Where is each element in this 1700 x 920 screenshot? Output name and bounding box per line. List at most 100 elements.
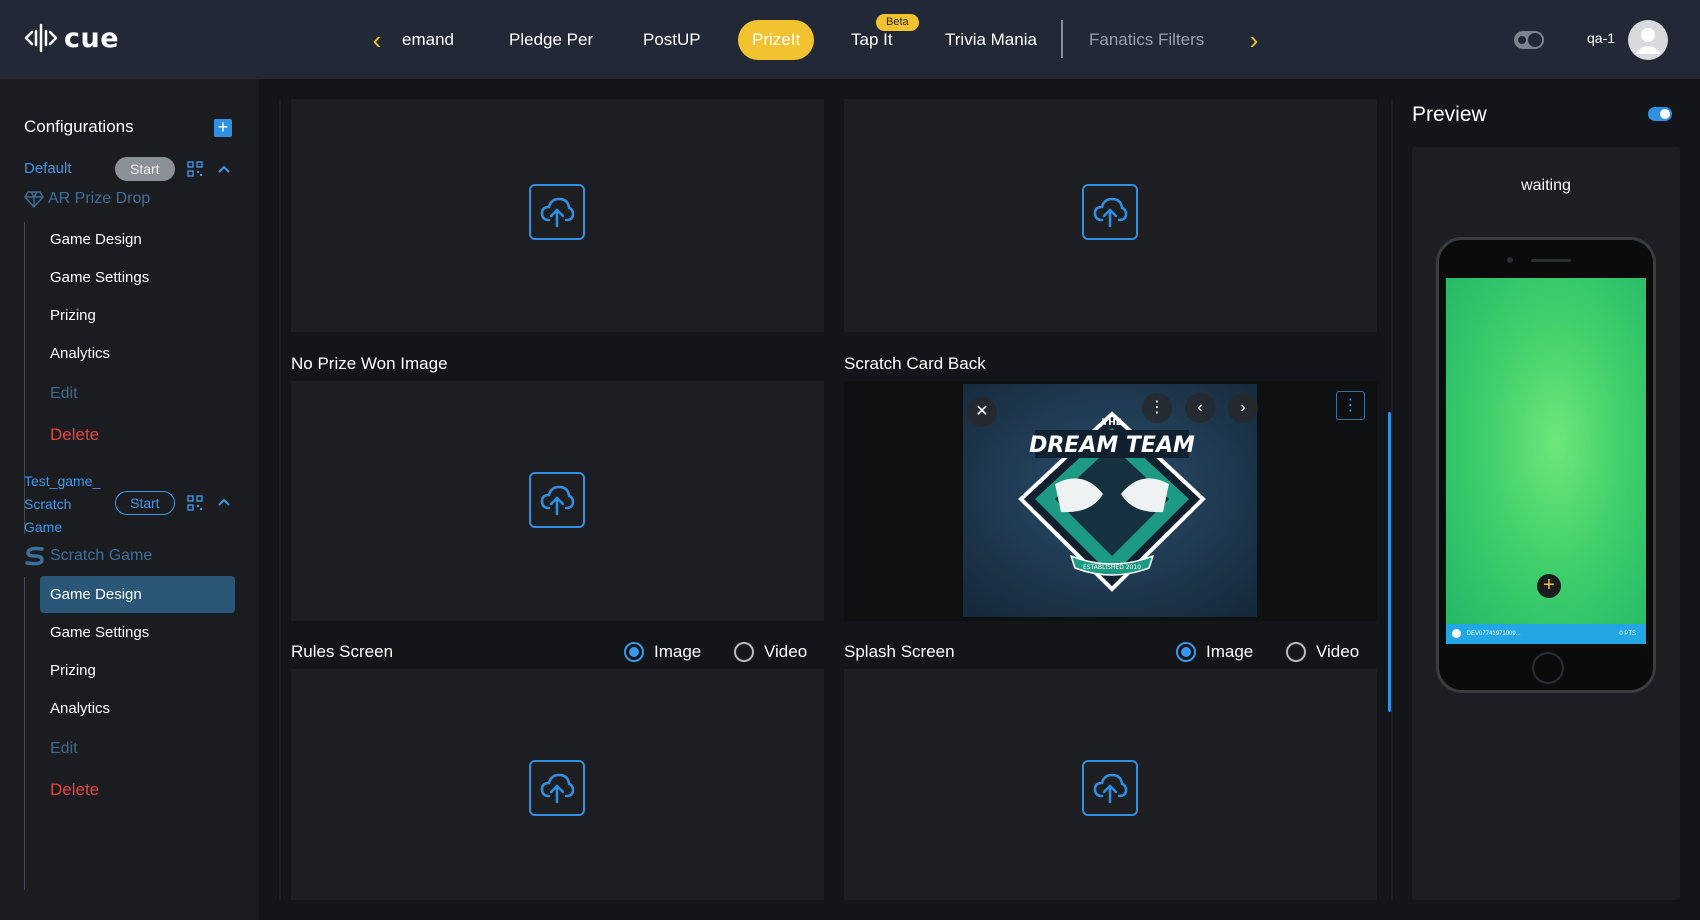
brand-name: cue bbox=[64, 22, 120, 54]
close-icon[interactable]: ✕ bbox=[967, 397, 997, 427]
logo-text-established: ESTABLISHED 2010 bbox=[1083, 564, 1141, 571]
cue-logo[interactable]: cue bbox=[24, 22, 119, 54]
qr-code-icon[interactable] bbox=[187, 495, 203, 511]
phone-status-bar: DEV07741971009... 0 PTS bbox=[1446, 624, 1646, 644]
configurations-heading: Configurations bbox=[24, 117, 134, 136]
top-navigation-bar: cue ‹ emand Pledge Per PostUP PrizeIt Be… bbox=[0, 0, 1700, 79]
game-type-label: AR Prize Drop bbox=[48, 190, 151, 207]
phone-camera bbox=[1507, 257, 1513, 263]
menu-delete[interactable]: Delete bbox=[40, 416, 235, 453]
menu-analytics[interactable]: Analytics bbox=[40, 690, 235, 727]
phone-mockup: DEV07741971009... 0 PTS + bbox=[1436, 237, 1656, 693]
config-name-default[interactable]: Default bbox=[24, 157, 72, 180]
menu-game-design[interactable]: Game Design bbox=[40, 221, 235, 258]
scratch-card-back-image: THE DREAM TEAM ESTABLISHED 2010 bbox=[963, 384, 1257, 617]
tree-line bbox=[24, 577, 25, 890]
more-vertical-icon[interactable]: ⋮ bbox=[1142, 393, 1172, 423]
phone-points: 0 PTS bbox=[1619, 631, 1636, 637]
nav-tab-postup[interactable]: PostUP bbox=[643, 20, 701, 60]
dream-team-logo: THE DREAM TEAM ESTABLISHED 2010 bbox=[963, 384, 1257, 617]
more-options-icon[interactable]: ⋮ bbox=[1336, 391, 1365, 420]
slot-label-rules-screen: Rules Screen bbox=[291, 642, 394, 661]
config-name-line: Game bbox=[24, 519, 63, 535]
menu-analytics[interactable]: Analytics bbox=[40, 335, 235, 372]
nav-separator bbox=[1061, 20, 1063, 58]
upload-button[interactable] bbox=[1082, 760, 1138, 816]
cloud-upload-icon bbox=[540, 773, 575, 804]
nav-next-arrow-icon[interactable]: › bbox=[1242, 26, 1266, 54]
cloud-upload-icon bbox=[1093, 773, 1128, 804]
plus-icon: + bbox=[1537, 574, 1561, 598]
radio-selected-icon bbox=[1176, 642, 1196, 662]
radio-unselected-icon bbox=[734, 642, 754, 662]
radio-label: Video bbox=[1316, 642, 1360, 661]
game-type-ar-prize-drop[interactable]: AR Prize Drop bbox=[24, 190, 150, 208]
radio-selected-icon bbox=[624, 642, 644, 662]
logo-text-dream-team: DREAM TEAM bbox=[1029, 433, 1195, 458]
preview-title: Preview bbox=[1412, 103, 1487, 126]
slot-label-no-prize: No Prize Won Image bbox=[291, 354, 448, 373]
content-scrollbar[interactable] bbox=[1388, 412, 1391, 712]
menu-edit[interactable]: Edit bbox=[40, 730, 235, 767]
user-name: qa-1 bbox=[1587, 30, 1616, 46]
menu-delete[interactable]: Delete bbox=[40, 771, 235, 808]
preview-card: waiting DEV07741971009... 0 PTS + bbox=[1412, 147, 1680, 900]
content-edge bbox=[279, 99, 281, 900]
radio-image-splash[interactable]: Image bbox=[1176, 642, 1253, 662]
avatar[interactable] bbox=[1628, 20, 1668, 60]
config-name-test-game-scratch[interactable]: Test_game_ Scratch Game bbox=[24, 470, 100, 539]
menu-edit[interactable]: Edit bbox=[40, 375, 235, 412]
sound-wave-icon bbox=[24, 23, 58, 53]
upload-button[interactable] bbox=[1082, 184, 1138, 240]
upload-button[interactable] bbox=[529, 760, 585, 816]
upload-button[interactable] bbox=[529, 472, 585, 528]
upload-button[interactable] bbox=[529, 184, 585, 240]
config-name-line: Scratch bbox=[24, 496, 72, 512]
radio-label: Image bbox=[654, 642, 702, 661]
cloud-upload-icon bbox=[540, 485, 575, 516]
nav-tab-pledge-per[interactable]: Pledge Per bbox=[509, 20, 593, 60]
nav-tab-on-demand[interactable]: emand bbox=[402, 20, 454, 60]
chevron-up-icon[interactable] bbox=[217, 164, 231, 174]
menu-game-settings[interactable]: Game Settings bbox=[40, 614, 235, 651]
menu-prizing[interactable]: Prizing bbox=[40, 297, 235, 334]
chevron-right-icon[interactable]: › bbox=[1228, 393, 1258, 423]
start-button-scratch[interactable]: Start bbox=[115, 491, 175, 515]
menu-game-settings[interactable]: Game Settings bbox=[40, 259, 235, 296]
diamond-icon bbox=[24, 191, 44, 208]
phone-home-button bbox=[1532, 652, 1564, 684]
radio-video-rules[interactable]: Video bbox=[734, 642, 807, 662]
content-edge bbox=[1391, 99, 1393, 900]
sidebar: Configurations + Default Start AR Prize … bbox=[0, 79, 259, 920]
menu-game-design[interactable]: Game Design bbox=[40, 576, 235, 613]
nav-tab-trivia-mania[interactable]: Trivia Mania bbox=[945, 20, 1037, 60]
menu-prizing[interactable]: Prizing bbox=[40, 652, 235, 689]
slot-label-scratch-back: Scratch Card Back bbox=[844, 354, 986, 373]
add-configuration-button[interactable]: + bbox=[214, 118, 232, 137]
game-type-scratch-game[interactable]: Scratch Game bbox=[24, 545, 152, 567]
chevron-up-icon[interactable] bbox=[217, 497, 231, 507]
logo-text-the: THE bbox=[1102, 418, 1122, 428]
radio-label: Image bbox=[1206, 642, 1254, 661]
start-button-default[interactable]: Start bbox=[115, 157, 175, 181]
preview-status: waiting bbox=[1521, 177, 1571, 194]
user-icon bbox=[1635, 28, 1661, 54]
chevron-left-icon[interactable]: ‹ bbox=[1185, 393, 1215, 423]
scratch-s-icon bbox=[25, 546, 44, 566]
nav-tab-tap-it[interactable]: Tap It bbox=[851, 20, 893, 60]
phone-speaker bbox=[1531, 259, 1571, 262]
cloud-upload-icon bbox=[1093, 197, 1128, 228]
nav-prev-arrow-icon[interactable]: ‹ bbox=[365, 26, 389, 54]
radio-label: Video bbox=[764, 642, 808, 661]
nav-tab-fanatics-filters[interactable]: Fanatics Filters bbox=[1089, 20, 1204, 60]
qr-code-icon[interactable] bbox=[187, 161, 203, 177]
theme-toggle[interactable] bbox=[1514, 31, 1544, 49]
cloud-upload-icon bbox=[540, 197, 575, 228]
radio-unselected-icon bbox=[1286, 642, 1306, 662]
game-type-label: Scratch Game bbox=[50, 547, 153, 564]
phone-device-id: DEV07741971009... bbox=[1466, 631, 1521, 637]
radio-video-splash[interactable]: Video bbox=[1286, 642, 1359, 662]
nav-tab-prizeit[interactable]: PrizeIt bbox=[738, 20, 815, 60]
preview-toggle[interactable] bbox=[1648, 107, 1672, 121]
radio-image-rules[interactable]: Image bbox=[624, 642, 701, 662]
